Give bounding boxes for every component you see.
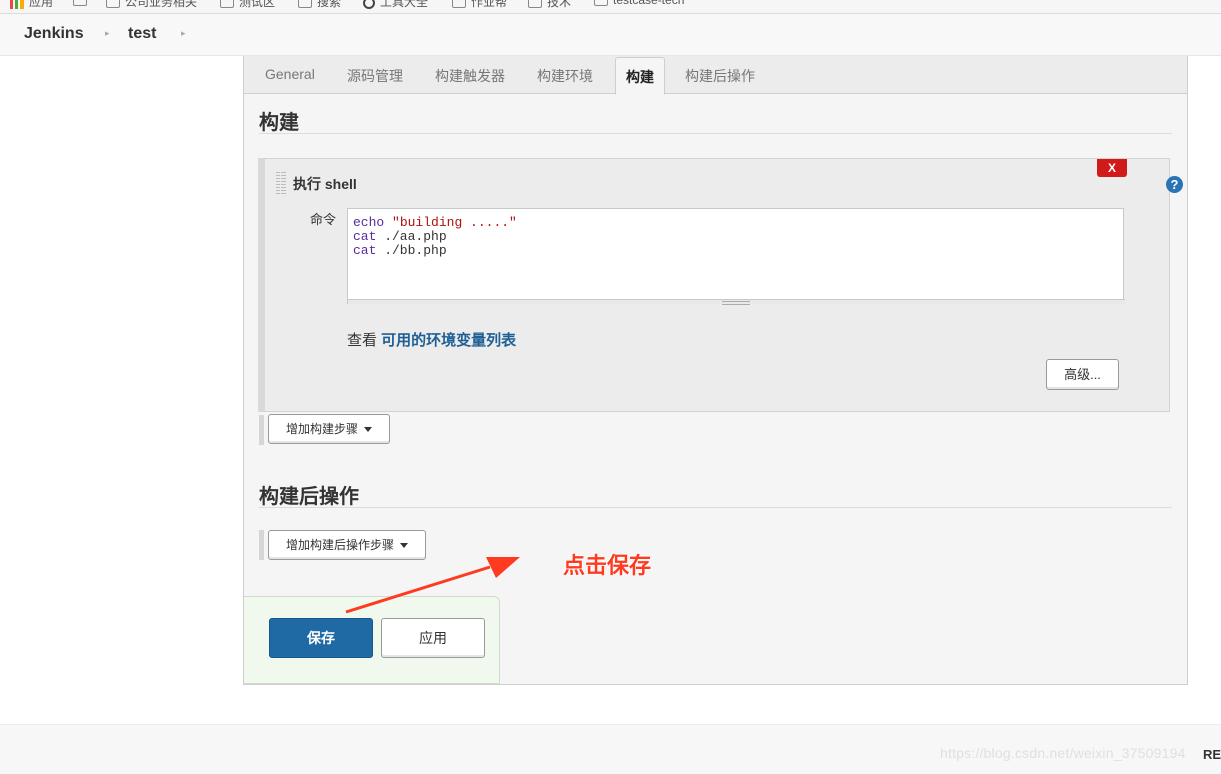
command-line: echo "building .....": [353, 215, 517, 230]
page-footer: https://blog.csdn.net/weixin_37509194 RE: [0, 724, 1221, 774]
shell-build-step: 执行 shell X ? 命令 echo "building ....." ca…: [258, 158, 1183, 412]
config-tabs: General 源码管理 构建触发器 构建环境 构建 构建后操作: [244, 56, 1187, 95]
tab-general[interactable]: General: [265, 66, 315, 82]
section-title-post-build: 构建后操作: [259, 486, 359, 508]
section-title-build: 构建: [259, 112, 299, 134]
textarea-resize-handle[interactable]: [348, 299, 1125, 305]
folder-icon: [220, 0, 234, 8]
bookmark-globe[interactable]: 工具大全: [363, 0, 428, 9]
arrow-head: [486, 557, 520, 578]
bookmark-folder[interactable]: 技术: [528, 0, 571, 9]
divider: [259, 415, 264, 445]
add-build-step-button[interactable]: 增加构建步骤: [268, 414, 390, 444]
annotation-arrow: [345, 557, 520, 614]
divider: [259, 530, 264, 560]
apps-icon: [10, 0, 24, 9]
breadcrumb-item-test[interactable]: test: [128, 25, 156, 43]
env-vars-link[interactable]: 可用的环境变量列表: [381, 332, 516, 349]
bookmark-folder[interactable]: 作业帮: [452, 0, 507, 9]
help-icon[interactable]: ?: [1166, 176, 1183, 193]
tab-build-env[interactable]: 构建环境: [537, 66, 593, 86]
footer-edge-text: RE: [1203, 747, 1221, 762]
delete-step-button[interactable]: X: [1097, 159, 1127, 177]
divider: [259, 133, 1172, 134]
annotation-text: 点击保存: [563, 553, 652, 578]
chevron-right-icon[interactable]: ▸: [181, 28, 186, 39]
drag-handle-icon[interactable]: [276, 172, 286, 194]
env-vars-text: 查看 可用的环境变量列表: [347, 332, 517, 349]
bookmarks-bar: 应用 公司业务相关 测试区 搜索 工具大全 作业帮 技术 testcase-te…: [0, 0, 1221, 14]
folder-icon: [594, 0, 608, 6]
save-button[interactable]: 保存: [269, 618, 373, 658]
folder-icon: [528, 0, 542, 8]
bookmark-folder[interactable]: 搜索: [298, 0, 341, 9]
chevron-right-icon[interactable]: ▸: [105, 28, 110, 39]
watermark: https://blog.csdn.net/weixin_37509194: [940, 745, 1186, 761]
tab-post-build[interactable]: 构建后操作: [685, 66, 755, 86]
arrow-shaft: [345, 565, 491, 614]
folder-icon: [106, 0, 120, 8]
globe-icon: [363, 0, 375, 9]
advanced-button[interactable]: 高级...: [1046, 359, 1119, 390]
command-line: cat ./aa.php: [353, 229, 447, 244]
bookmark-folder[interactable]: testcase-tech: [594, 0, 684, 7]
breadcrumb-item-jenkins[interactable]: Jenkins: [24, 25, 84, 43]
step-title: 执行 shell: [293, 176, 357, 192]
command-line: cat ./bb.php: [353, 243, 447, 258]
folder-icon: [452, 0, 466, 8]
bookmark-folder[interactable]: 公司业务相关: [106, 0, 197, 9]
folder-icon: [298, 0, 312, 8]
breadcrumb: Jenkins ▸ test ▸: [0, 14, 1221, 56]
command-label: 命令: [310, 212, 337, 227]
folder-icon: [73, 0, 87, 6]
apply-button[interactable]: 应用: [381, 618, 485, 658]
bookmark-apps[interactable]: 应用: [10, 0, 53, 9]
divider: [259, 507, 1172, 508]
bookmark-folder[interactable]: 测试区: [220, 0, 275, 9]
tab-build[interactable]: 构建: [615, 57, 665, 95]
tab-triggers[interactable]: 构建触发器: [435, 66, 505, 86]
caret-down-icon: [364, 427, 373, 433]
bookmark-folder[interactable]: [73, 0, 92, 7]
command-textarea[interactable]: echo "building ....." cat ./aa.php cat .…: [347, 208, 1125, 305]
tab-scm[interactable]: 源码管理: [347, 66, 403, 86]
